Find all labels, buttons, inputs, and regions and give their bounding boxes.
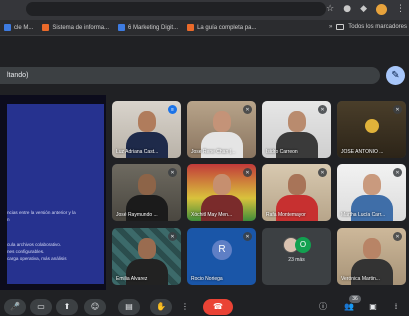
participant-tile[interactable]: ✕ Verónica Martin... [337, 228, 406, 285]
meeting-header: ltando) ✎ [0, 37, 409, 87]
mic-off-icon: ✕ [243, 232, 252, 241]
address-bar[interactable] [26, 2, 326, 16]
extension-icon[interactable]: ● [343, 3, 351, 16]
participant-face [138, 111, 156, 132]
participant-name: Rafa Montemayor [266, 212, 306, 218]
meeting-title: ltando) [7, 72, 29, 79]
mic-off-icon: ✕ [393, 168, 402, 177]
folder-icon [336, 24, 345, 30]
mic-off-icon: ✕ [243, 105, 252, 114]
mic-off-icon: ✕ [393, 105, 402, 114]
leave-call-button[interactable]: ☎ [203, 299, 233, 315]
chat-icon[interactable]: ▣ [366, 299, 380, 315]
participant-face [213, 111, 231, 132]
participant-face [363, 238, 381, 259]
blue-logo-icon [118, 24, 126, 31]
participant-name: Verónica Martin... [341, 276, 380, 282]
bookmark-item[interactable]: 6 Marketing Digit... [118, 24, 178, 31]
participant-tile[interactable]: ✕ Jose Rene Chan (... [187, 101, 256, 158]
star-icon[interactable]: ☆ [326, 3, 334, 16]
orange-logo-icon [42, 24, 50, 31]
all-bookmarks-link[interactable]: Todos los marcadores [348, 24, 407, 30]
participant-name: Isidro Carreon [266, 149, 298, 155]
mic-off-icon: ✕ [318, 105, 327, 114]
slide-line: ncias entre la versión anterior y la [7, 210, 76, 215]
presentation-panel: ncias entre la versión anterior y la n c… [0, 95, 106, 290]
participant-face [213, 174, 231, 195]
mic-off-icon: ✕ [168, 232, 177, 241]
participant-name: Martha Lucía Carr... [341, 212, 386, 218]
participant-name: Luz Adriana Cast... [116, 149, 159, 155]
captions-button[interactable]: ▤ [118, 299, 140, 315]
camera-button[interactable]: ▭ [30, 299, 52, 315]
participant-name: Jose Rene Chan (... [191, 149, 236, 155]
browser-toolbar: ☆ ● ◆ ⋮ [0, 0, 409, 20]
slide-line: cula archivos colaborativo. [7, 242, 62, 247]
raise-hand-button[interactable]: ✋ [150, 299, 172, 315]
participant-face [138, 174, 156, 195]
mic-button[interactable]: 🎤 [4, 299, 26, 315]
mic-off-icon: ✕ [318, 168, 327, 177]
participant-face [363, 174, 381, 195]
activities-icon[interactable]: ⁞ [389, 299, 403, 315]
participant-avatar: R [212, 240, 232, 260]
participant-name: JOSE ANTONIO ... [341, 149, 384, 155]
speaking-indicator-icon: ≡ [168, 105, 177, 114]
participant-face [288, 174, 306, 195]
mic-off-icon: ✕ [168, 168, 177, 177]
more-participants-tile[interactable]: O 23 más [262, 228, 331, 285]
participant-face [138, 238, 156, 259]
bookmarks-overflow-button[interactable]: » [329, 24, 332, 30]
participant-name: Emilia Alvarez [116, 276, 148, 282]
participant-tile[interactable]: ✕ José Raymundo ... [112, 164, 181, 221]
profile-avatar[interactable] [376, 4, 387, 15]
participant-tile[interactable]: ≡ Luz Adriana Cast... [112, 101, 181, 158]
participant-tile[interactable]: ✕ Xóchitl May Men... [187, 164, 256, 221]
slide-line: carga operativa, más análisis [7, 256, 67, 261]
participant-tile[interactable]: ✕ Martha Lucía Carr... [337, 164, 406, 221]
participants-count-badge: 36 [349, 295, 361, 303]
participant-name: Xóchitl May Men... [191, 212, 233, 218]
bookmark-label: La guía completa pa... [197, 24, 257, 31]
pen-icon: ✎ [391, 70, 400, 81]
slide-line: n [7, 217, 10, 222]
participant-tile[interactable]: ✕ Rafa Montemayor [262, 164, 331, 221]
mic-off-icon: ✕ [393, 232, 402, 241]
shared-slide: ncias entre la versión anterior y la n c… [7, 104, 104, 284]
menu-dots-icon[interactable]: ⋮ [396, 3, 405, 16]
participant-name: José Raymundo ... [116, 212, 158, 218]
bookmark-label: cle M... [14, 24, 34, 31]
participant-tile[interactable]: R ✕ Rocio Noriega [187, 228, 256, 285]
participant-photo [365, 119, 379, 133]
bookmark-label: Sistema de informa... [52, 24, 110, 31]
participant-tile[interactable]: ✕ Isidro Carreon [262, 101, 331, 158]
participant-name: Rocio Noriega [191, 276, 223, 282]
info-icon[interactable]: ⓘ [316, 299, 330, 315]
browser-toolbar-icons: ☆ ● ◆ ⋮ [326, 3, 405, 16]
participant-tile[interactable]: ✕ JOSE ANTONIO ... [337, 101, 406, 158]
bookmarks-right: » Todos los marcadores [329, 24, 407, 30]
participant-avatar: O [295, 237, 311, 253]
present-button[interactable]: ⬆ [56, 299, 78, 315]
call-controls: 🎤 ▭ ⬆ ☺ ▤ ✋ ⋮ ☎ ⓘ 👥 ▣ ⁞ [0, 296, 409, 316]
bookmark-item[interactable]: cle M... [4, 24, 33, 31]
slide-line: nes configurables. [7, 249, 45, 254]
edit-button[interactable]: ✎ [386, 66, 405, 85]
bookmarks-bar: cle M... Sistema de informa... 6 Marketi… [0, 20, 409, 36]
participant-tile[interactable]: ✕ Emilia Alvarez [112, 228, 181, 285]
meeting-title-bar: ltando) [0, 67, 380, 84]
more-options-button[interactable]: ⋮ [178, 299, 192, 315]
bookmark-label: 6 Marketing Digit... [128, 24, 179, 31]
bookmark-item[interactable]: La guía completa pa... [187, 24, 256, 31]
mic-off-icon: ✕ [243, 168, 252, 177]
more-participants-count: 23 más [288, 257, 305, 263]
bookmark-item[interactable]: Sistema de informa... [42, 24, 109, 31]
emoji-button[interactable]: ☺ [84, 299, 106, 315]
participant-face [288, 111, 306, 132]
page-icon [4, 24, 11, 31]
puzzle-icon[interactable]: ◆ [360, 3, 367, 16]
orange-logo-icon [187, 24, 195, 31]
